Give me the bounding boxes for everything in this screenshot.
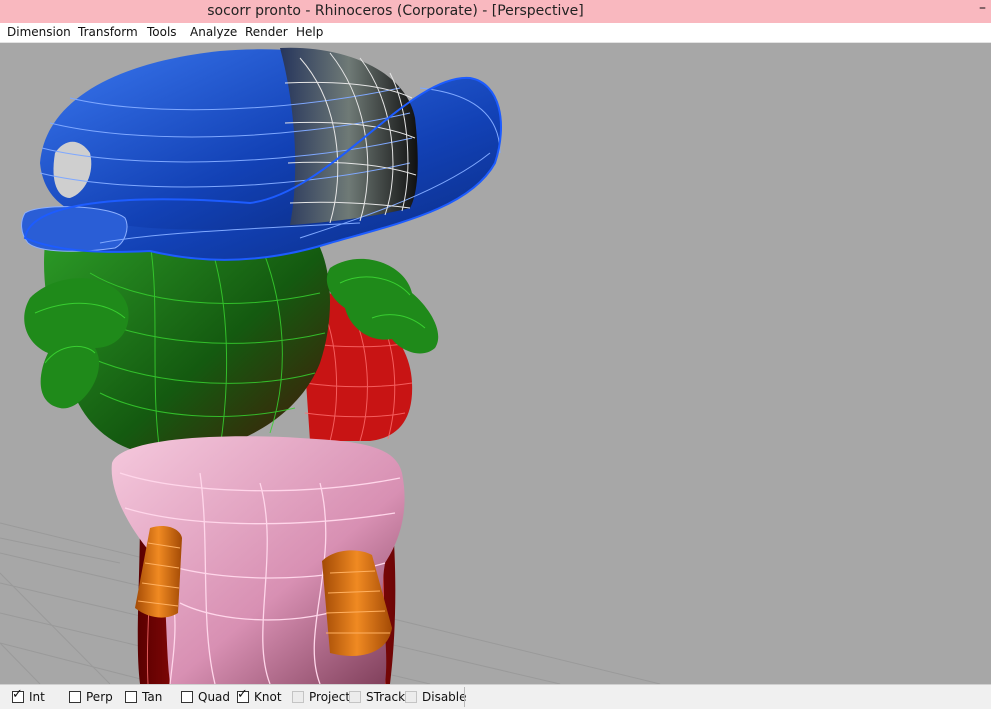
osnap-knot-checkbox[interactable]: ✓ [237,687,249,703]
osnap-project-label: Project [309,690,351,704]
hat-object [21,47,502,261]
menu-transform[interactable]: Transform [78,25,138,39]
osnap-project[interactable]: Project [292,689,350,705]
osnap-tan-label: Tan [142,690,163,704]
menu-bar: Dimension Transform Tools Analyze Render… [0,23,991,43]
osnap-disable-label: Disable [422,690,467,704]
scene-3d-model [0,47,661,684]
osnap-int-checkbox[interactable]: ✓ [12,687,24,703]
osnap-tan-checkbox[interactable] [125,691,137,703]
osnap-int[interactable]: ✓ Int [12,687,45,705]
osnap-disable-checkbox[interactable] [405,691,417,703]
osnap-strack-checkbox[interactable] [349,691,361,703]
menu-render[interactable]: Render [245,25,288,39]
osnap-bar: ✓ Int Perp Tan Quad ✓ Knot Project STrac… [0,684,991,709]
osnap-perp-label: Perp [86,690,113,704]
menu-help[interactable]: Help [296,25,323,39]
menu-dimension[interactable]: Dimension [7,25,71,39]
osnap-project-checkbox[interactable] [292,691,304,703]
menu-analyze[interactable]: Analyze [190,25,237,39]
osnap-knot[interactable]: ✓ Knot [237,687,282,705]
osnap-disable[interactable]: Disable [405,689,467,705]
osnap-strack-label: STrack [366,690,406,704]
osnap-quad[interactable]: Quad [181,689,230,705]
osnap-knot-label: Knot [254,690,282,704]
minimize-button[interactable]: – [979,0,991,23]
osnap-quad-label: Quad [198,690,231,704]
perspective-viewport[interactable] [0,43,991,684]
title-bar: socorr pronto - Rhinoceros (Corporate) -… [0,0,991,23]
osnap-strack[interactable]: STrack [349,689,405,705]
osnap-quad-checkbox[interactable] [181,691,193,703]
osnap-tan[interactable]: Tan [125,689,162,705]
osnap-perp[interactable]: Perp [69,689,113,705]
osnap-int-label: Int [29,690,45,704]
osnap-perp-checkbox[interactable] [69,691,81,703]
check-icon: ✓ [237,687,248,702]
menu-tools[interactable]: Tools [147,25,177,39]
check-icon: ✓ [12,687,23,702]
status-divider [464,687,465,707]
window-title: socorr pronto - Rhinoceros (Corporate) -… [207,3,584,19]
